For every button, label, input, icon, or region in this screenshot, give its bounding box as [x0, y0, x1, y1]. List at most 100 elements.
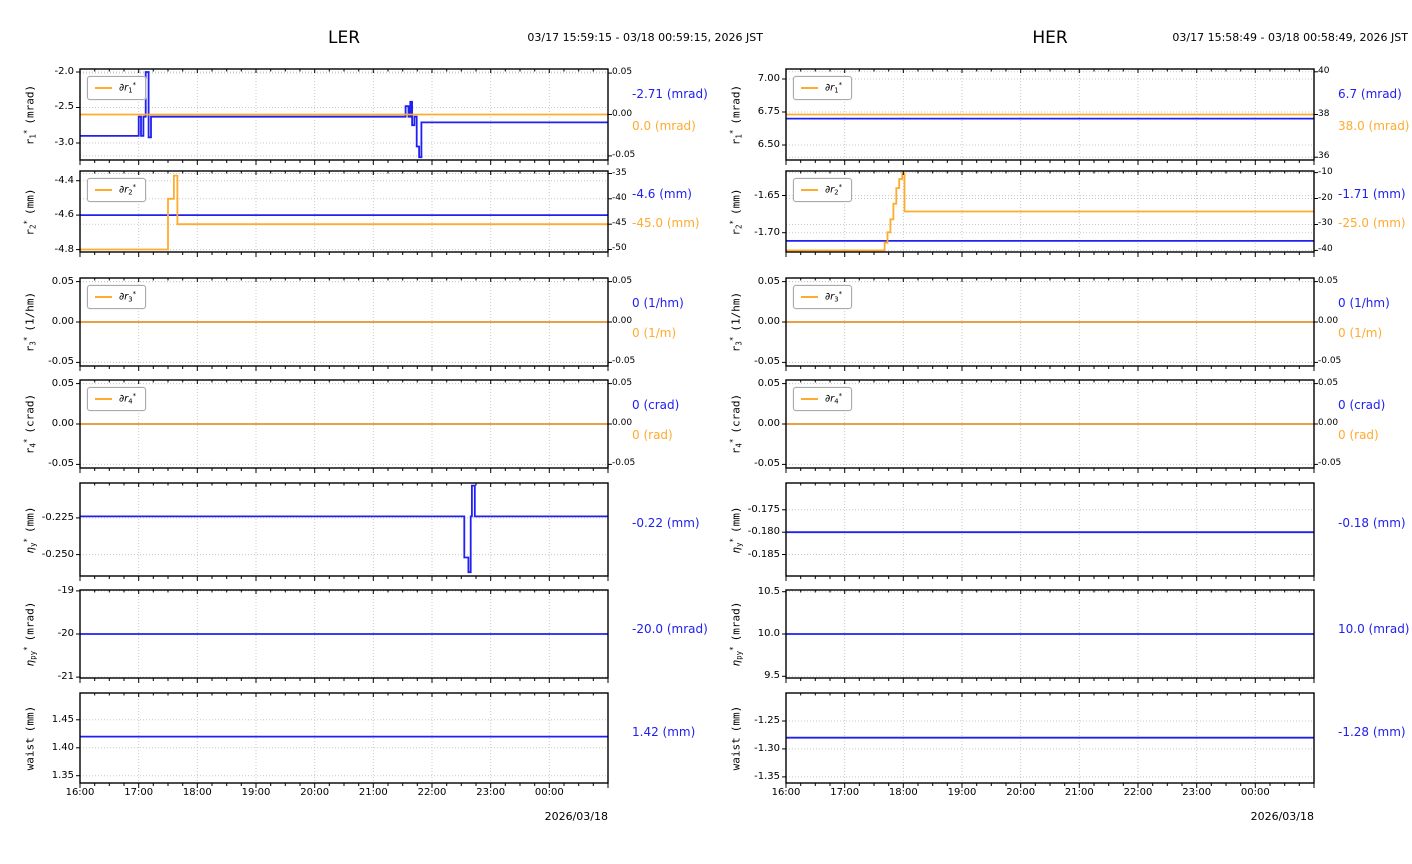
plot-canvas-r4 [782, 379, 1318, 473]
y-tick-label: -1.35 [754, 771, 780, 782]
legend: ∂r2* [793, 178, 853, 202]
label-superscript: * [728, 438, 738, 444]
y-tick-label: -0.05 [1318, 458, 1342, 468]
plot-canvas-r3 [782, 277, 1318, 371]
label-base: η [23, 659, 37, 667]
y-axis-label-unit: (1/hm) [23, 291, 37, 332]
label-base: ∂r [119, 291, 129, 303]
y-tick-label: -0.05 [48, 356, 74, 367]
y-tick-label: -50 [612, 243, 627, 253]
y-axis-label: ηy* (mm) [728, 506, 743, 553]
y-tick-label: -4.4 [54, 175, 74, 186]
readout-value: 0 (1/hm) [1338, 296, 1390, 310]
y-tick-label: 9.5 [764, 670, 780, 681]
y-tick-label: -35 [612, 168, 627, 178]
y-tick-label: 0.00 [1318, 418, 1339, 428]
y-axis-label-unit: (mm) [23, 705, 37, 733]
y-tick-label: 0.05 [757, 276, 780, 287]
label-subscript: 1 [28, 133, 38, 139]
legend-line-swatch [801, 188, 818, 191]
legend: ∂r1* [87, 76, 147, 100]
readout-value: 0.0 (mrad) [632, 119, 696, 133]
legend-label: ∂r2* [825, 183, 842, 197]
label-superscript: * [728, 129, 738, 134]
y-axis-label-unit: (mrad) [729, 601, 743, 642]
panel-eta-y: -0.175 -0.180 -0.185 ηy*(mm) -0.18 (mm) [706, 482, 1412, 581]
label-superscript: * [22, 129, 32, 134]
x-tick-label: 18:00 [888, 787, 918, 798]
readout-value: 0 (rad) [632, 428, 673, 442]
x-tick-label: 20:00 [1006, 787, 1036, 798]
readout-value: -0.18 (mm) [1338, 516, 1406, 530]
ler-figure: LER 03/17 15:59:15 - 03/18 00:59:15, 2026… [0, 0, 763, 864]
label-superscript: * [728, 219, 738, 224]
y-axis-label: waist (mm) [22, 706, 37, 771]
label-superscript: * [728, 537, 738, 542]
x-tick-label: 21:00 [1064, 787, 1094, 798]
label-base: ∂r [119, 393, 129, 405]
label-subscript: 4 [734, 443, 744, 448]
y-axis-label-unit: (mm) [729, 705, 743, 733]
y-axis-label-unit: (mrad) [729, 84, 743, 125]
readout-value: 0 (1/m) [632, 326, 677, 340]
y-tick-label: 1.35 [51, 770, 74, 781]
y-tick-label: -0.05 [754, 356, 780, 367]
x-tick-label: 00:00 [534, 787, 564, 798]
label-superscript: * [22, 219, 32, 224]
label-subscript: 4 [28, 443, 38, 448]
label-superscript: * [838, 392, 843, 400]
plot-canvas-r1 [76, 68, 612, 165]
y-axis-label-symbol: ηy* [22, 537, 37, 553]
y-axis-label-unit: (crad) [23, 393, 37, 434]
plot-canvas-eta-y [782, 482, 1315, 581]
y-tick-label: -30 [1318, 218, 1333, 228]
y-axis-label-unit: (mm) [23, 187, 37, 215]
y-tick-label: -0.05 [612, 458, 636, 468]
label-base: ∂r [825, 184, 835, 196]
label-base: r [23, 228, 37, 236]
legend-label: ∂r3* [119, 290, 136, 304]
readout-value: 0 (crad) [632, 398, 680, 412]
y-axis-label: r2* (mm) [22, 188, 37, 235]
y-tick-label: 0.05 [612, 378, 633, 388]
x-tick-label: 18:00 [182, 787, 212, 798]
y-tick-label: 38 [1318, 109, 1330, 119]
y-axis-label: r3* (1/hm) [728, 292, 743, 352]
readout-value: 0 (1/m) [1338, 326, 1383, 340]
y-axis-label: r4* (crad) [22, 394, 37, 454]
readout-value: -25.0 (mm) [1338, 216, 1406, 230]
y-tick-label: -0.05 [612, 150, 636, 160]
y-axis-label: r2* (mm) [728, 188, 743, 235]
label-subscript: 1 [734, 133, 744, 139]
label-base: r [23, 447, 37, 455]
y-axis-label: ηpy* (mrad) [22, 602, 37, 667]
panel-eta-y: -0.225 -0.250 ηy*(mm) -0.22 (mm) [0, 482, 706, 581]
y-tick-label: -40 [1318, 244, 1333, 254]
x-axis-labels: 16:00 17:00 18:00 19:00 20:00 21:00 22:00 23:00… [0, 787, 706, 801]
y-tick-label: -45 [612, 218, 627, 228]
y-axis-label-symbol: r3* [22, 337, 37, 353]
y-axis-label-symbol: r2* [728, 219, 743, 235]
panel-r1: -2.0 -2.5 -3.0 0.05 0.00 -0.05 r1*(mrad) ∂r1* -2… [0, 66, 708, 165]
label-subscript: 2 [28, 223, 38, 229]
plot-canvas-r2 [76, 170, 612, 257]
x-tick-label: 20:00 [300, 787, 330, 798]
label-base: ∂r [825, 393, 835, 405]
label-superscript: * [728, 646, 738, 651]
plot-canvas-r4 [76, 379, 612, 473]
her-figure: HER 03/17 15:58:49 - 03/18 00:58:49, 2026… [706, 0, 1412, 864]
legend-label: ∂r3* [825, 290, 842, 304]
y-axis-label-symbol: r3* [728, 337, 743, 353]
y-tick-label: 0.00 [612, 316, 633, 326]
y-axis-label-symbol: r1* [728, 129, 744, 145]
plot-canvas-waist [76, 692, 609, 788]
legend-label: ∂r2* [119, 183, 136, 197]
label-superscript: * [22, 537, 32, 542]
label-base: η [729, 659, 743, 667]
readout-value: 1.42 (mm) [632, 725, 696, 739]
label-base: r [729, 345, 743, 353]
legend-line-swatch [95, 188, 112, 191]
readout-value: -45.0 (mm) [632, 216, 700, 230]
legend-line-swatch [801, 397, 818, 400]
label-base: waist [729, 737, 743, 771]
